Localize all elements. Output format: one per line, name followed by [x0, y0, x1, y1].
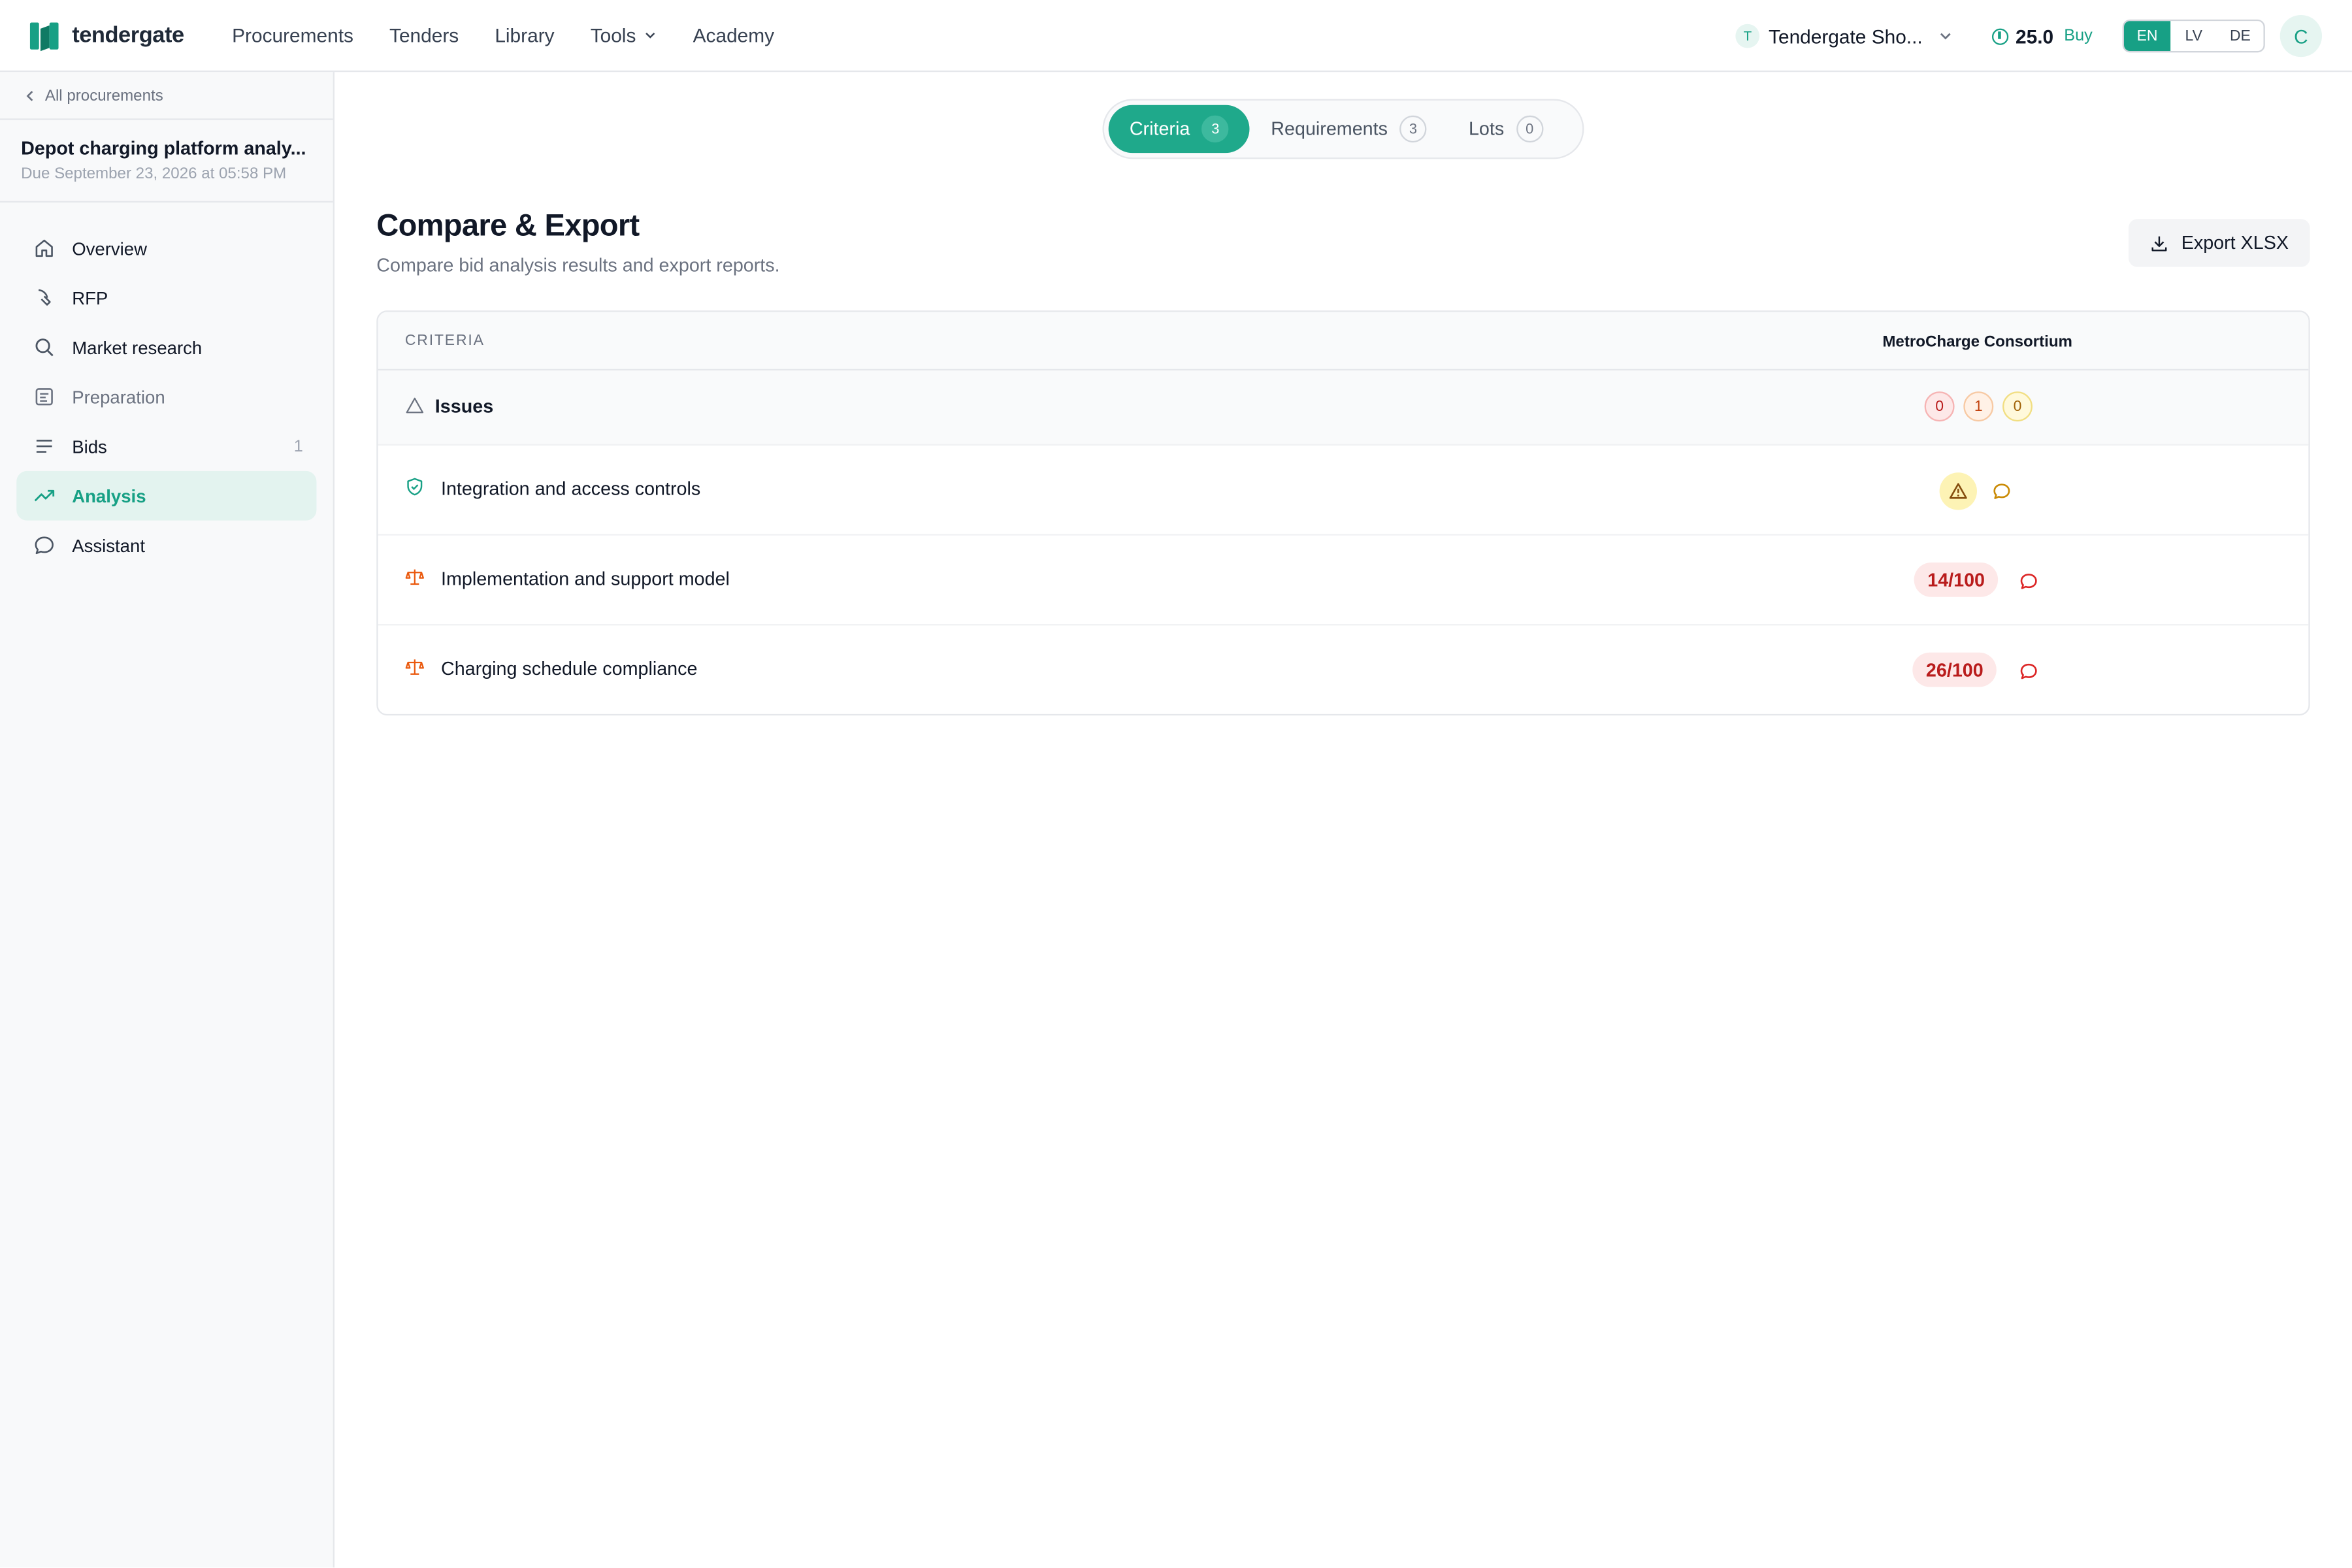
scale-icon: [405, 659, 424, 675]
score-badge[interactable]: 26/100: [1912, 652, 1997, 687]
lang-de[interactable]: DE: [2217, 21, 2263, 51]
nav-tools-label: Tools: [590, 24, 636, 47]
back-label: All procurements: [44, 86, 163, 105]
chevron-down-icon: [1940, 33, 1950, 40]
nav-academy[interactable]: Academy: [693, 24, 774, 46]
criterion-label: Charging schedule compliance: [440, 658, 698, 680]
tab-label: Criteria: [1129, 118, 1190, 140]
page-title: Compare & Export: [376, 208, 640, 243]
criterion-label: Implementation and support model: [440, 568, 730, 590]
tab-criteria[interactable]: Criteria 3: [1108, 105, 1250, 154]
sidebar-item-analysis[interactable]: Analysis: [16, 470, 317, 521]
comment-icon[interactable]: [1992, 482, 2012, 501]
sidebar-item-label: RFP: [72, 287, 108, 308]
sidebar-item-label: Assistant: [72, 534, 145, 556]
chevron-left-icon: [26, 90, 33, 101]
lang-lv[interactable]: LV: [2170, 21, 2217, 51]
shield-check-icon: [407, 478, 423, 496]
project-due-date: Due September 23, 2026 at 05:58 PM: [21, 165, 287, 184]
export-xlsx-button[interactable]: Export XLSX: [2128, 219, 2310, 267]
sidebar-item-label: Market research: [72, 336, 203, 358]
sidebar-item-overview[interactable]: Overview: [16, 223, 316, 273]
rfp-icon: [38, 289, 51, 306]
scale-icon: [405, 569, 424, 585]
tab-lots[interactable]: Lots 0: [1448, 105, 1564, 153]
nav-tools[interactable]: Tools: [591, 24, 657, 46]
bids-count: 1: [293, 437, 303, 455]
chat-icon: [35, 536, 54, 555]
score-badge[interactable]: 14/100: [1914, 562, 1999, 597]
main-nav: Procurements Tenders Library Tools Acade…: [232, 24, 810, 46]
main-content: Criteria 3 Requirements 3 Lots 0 Compare…: [335, 72, 2352, 1567]
column-header-bidder[interactable]: MetroCharge Consortium: [1882, 333, 2072, 351]
preparation-icon: [35, 388, 53, 406]
column-header-criteria: CRITERIA: [404, 333, 485, 350]
back-to-procurements[interactable]: All procurements: [0, 72, 333, 120]
sidebar-item-preparation[interactable]: Preparation: [16, 372, 316, 421]
chevron-down-icon: [645, 32, 655, 39]
sidebar-item-label: Preparation: [72, 386, 165, 408]
tab-count: 3: [1201, 115, 1230, 143]
table-row[interactable]: Charging schedule compliance 26/100: [378, 625, 2309, 713]
issues-major-count[interactable]: 1: [1963, 391, 1994, 422]
search-icon: [35, 338, 54, 357]
tab-count: 0: [1516, 115, 1543, 143]
nav-tenders[interactable]: Tenders: [389, 24, 459, 46]
issues-critical-count[interactable]: 0: [1924, 391, 1955, 422]
warning-icon: [1949, 483, 1967, 499]
sidebar-item-rfp[interactable]: RFP: [16, 273, 316, 323]
export-label: Export XLSX: [2181, 232, 2289, 254]
credits: 25.0 Buy: [1991, 24, 2093, 48]
criterion-label: Integration and access controls: [440, 478, 701, 500]
tab-label: Requirements: [1271, 118, 1388, 140]
warning-result[interactable]: [1939, 472, 1977, 510]
sidebar-menu: Overview RFP Market research Preparation…: [0, 203, 333, 570]
tab-label: Lots: [1468, 118, 1505, 140]
sidebar-item-label: Bids: [72, 435, 107, 457]
sidebar-item-label: Analysis: [72, 485, 146, 506]
project-title: Depot charging platform analy...: [21, 138, 306, 159]
buy-credits-link[interactable]: Buy: [2064, 27, 2093, 45]
sidebar-item-market-research[interactable]: Market research: [16, 323, 316, 372]
top-right-controls: T Tendergate Sho... 25.0 Buy EN LV DE C: [1735, 0, 2352, 72]
nav-library[interactable]: Library: [495, 24, 554, 46]
lang-en[interactable]: EN: [2123, 21, 2171, 52]
logo[interactable]: tendergate: [29, 22, 184, 51]
avatar[interactable]: C: [2279, 14, 2323, 57]
sidebar: All procurements Depot charging platform…: [0, 72, 335, 1568]
table-header: CRITERIA MetroCharge Consortium: [378, 312, 2309, 371]
table-row[interactable]: Implementation and support model 14/100: [378, 536, 2309, 626]
warning-triangle-icon: [406, 397, 424, 414]
logo-icon: [29, 22, 60, 51]
org-name: Tendergate Sho...: [1769, 24, 1923, 48]
home-icon: [35, 239, 53, 257]
project-header: Depot charging platform analy... Due Sep…: [0, 120, 333, 203]
tab-requirements[interactable]: Requirements 3: [1250, 105, 1448, 153]
logo-text: tendergate: [72, 22, 184, 48]
comment-icon[interactable]: [2019, 572, 2038, 591]
language-switcher: EN LV DE: [2122, 19, 2265, 53]
sidebar-item-assistant[interactable]: Assistant: [16, 521, 316, 570]
tab-count: 3: [1399, 115, 1427, 143]
compare-table: CRITERIA MetroCharge Consortium Issues 0…: [376, 310, 2310, 716]
comment-icon[interactable]: [2019, 661, 2038, 681]
issues-row: Issues 0 1 0: [378, 370, 2309, 446]
credits-value: 25.0: [2016, 24, 2054, 48]
coin-icon: [1991, 27, 2008, 44]
download-icon: [2151, 235, 2167, 251]
sidebar-item-bids[interactable]: Bids 1: [16, 421, 316, 471]
trend-icon: [34, 489, 55, 502]
top-bar: tendergate Procurements Tenders Library …: [0, 0, 2352, 73]
app-root: tendergate Procurements Tenders Library …: [0, 0, 2352, 1568]
table-row[interactable]: Integration and access controls: [378, 446, 2309, 536]
sidebar-item-label: Overview: [72, 237, 148, 259]
nav-procurements[interactable]: Procurements: [232, 24, 353, 46]
org-switcher[interactable]: T Tendergate Sho...: [1735, 24, 1953, 48]
page-subtitle: Compare bid analysis results and export …: [376, 255, 780, 276]
org-badge: T: [1735, 24, 1760, 48]
list-icon: [36, 440, 52, 453]
view-tabs: Criteria 3 Requirements 3 Lots 0: [1102, 99, 1584, 159]
issues-label: Issues: [434, 396, 494, 417]
issues-minor-count[interactable]: 0: [2002, 391, 2033, 422]
